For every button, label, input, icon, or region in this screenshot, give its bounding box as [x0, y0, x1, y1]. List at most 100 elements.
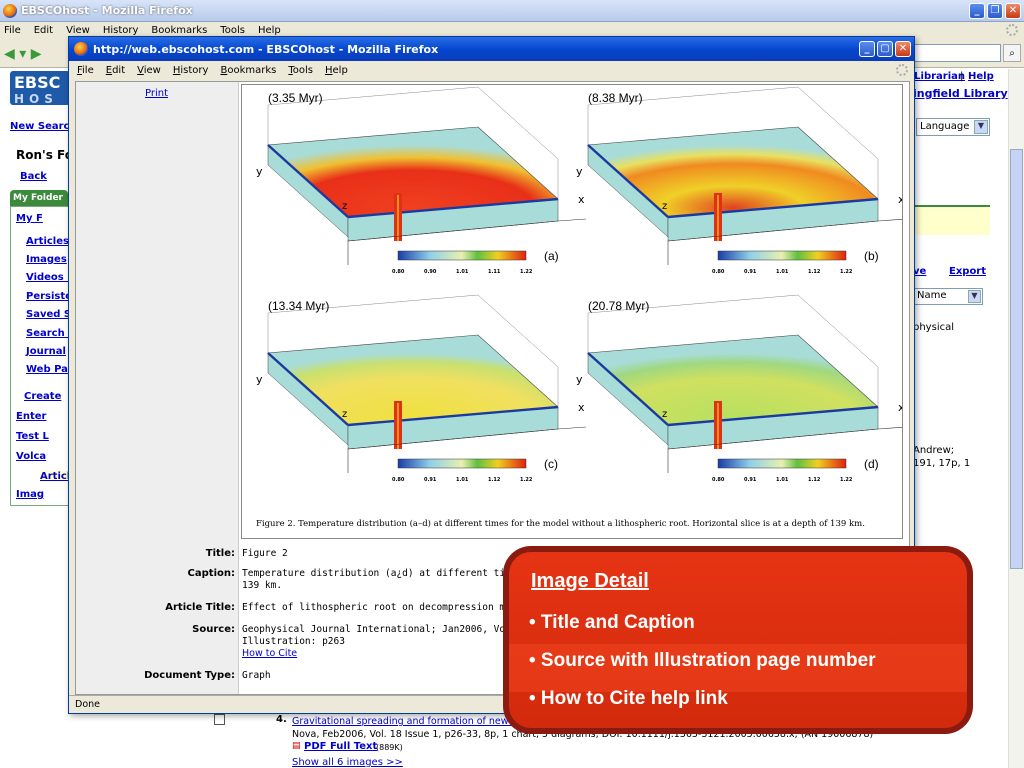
- sidebar-item-articles[interactable]: Articles: [26, 236, 69, 247]
- sidebar-item-persistent[interactable]: Persiste: [26, 291, 72, 302]
- sidebar-item-test[interactable]: Test L: [16, 431, 49, 442]
- colorbar-tick-label: 1.22: [840, 477, 853, 483]
- help-link[interactable]: Help: [968, 71, 994, 82]
- menu-edit[interactable]: Edit: [34, 25, 53, 36]
- source-line-2: Illustration: p263: [242, 636, 345, 647]
- popup-menu-edit[interactable]: Edit: [106, 65, 125, 76]
- menu-tools[interactable]: Tools: [220, 25, 245, 36]
- how-to-cite-link[interactable]: How to Cite: [242, 648, 297, 660]
- figure-image: x y z (3.35 Myr) (a) 0.80 0.90 1.01 1.11 1.22 x y z (…: [241, 84, 903, 539]
- show-all-images-link[interactable]: Show all 6 images >>: [292, 757, 403, 768]
- panel-time-label: (13.34 Myr): [268, 299, 329, 313]
- colorbar-tick-label: 1.12: [808, 269, 821, 275]
- x-axis-label: x: [898, 401, 902, 414]
- colorbar-tick-label: 1.12: [808, 477, 821, 483]
- colorbar: [397, 458, 527, 469]
- popup-titlebar: http://web.ebscohost.com - EBSCOhost - M…: [69, 37, 914, 61]
- sidebar-item-saved[interactable]: Saved S: [26, 309, 71, 320]
- maximize-button[interactable]: ❐: [987, 3, 1003, 19]
- colorbar-tick-label: 1.22: [520, 269, 533, 275]
- article-title-label: Article Title:: [165, 602, 235, 613]
- menu-file[interactable]: File: [4, 25, 21, 36]
- colorbar-tick-label: 1.01: [456, 269, 469, 275]
- panel-time-label: (8.38 Myr): [588, 91, 643, 105]
- z-axis-label: z: [662, 409, 667, 420]
- outer-window-title: EBSCOhost - Mozilla Firefox: [21, 4, 193, 17]
- source-label: Source:: [192, 624, 235, 635]
- menu-help[interactable]: Help: [258, 25, 281, 36]
- search-input[interactable]: [905, 44, 1001, 62]
- popup-menu-help[interactable]: Help: [325, 65, 348, 76]
- sidebar-item-enter[interactable]: Enter: [16, 411, 46, 422]
- librarian-link[interactable]: -Librarian: [910, 71, 965, 82]
- popup-menu-history[interactable]: History: [173, 65, 209, 76]
- ebsco-logo[interactable]: EBSC HOS: [10, 71, 70, 106]
- pdf-icon: ▤: [292, 741, 301, 751]
- back-link[interactable]: Back: [20, 171, 47, 182]
- firefox-icon: [74, 42, 88, 56]
- colorbar-tick-label: 1.11: [488, 269, 501, 275]
- library-link[interactable]: ingfield Library: [913, 87, 1008, 100]
- popup-maximize-button[interactable]: ▢: [877, 41, 893, 57]
- y-axis-label: y: [256, 165, 263, 178]
- y-axis-label: y: [576, 373, 583, 386]
- z-axis-label: z: [342, 201, 347, 212]
- x-axis-label: x: [578, 193, 585, 206]
- popup-menubar: File Edit View History Bookmarks Tools H…: [69, 61, 914, 79]
- x-axis-label: x: [578, 401, 585, 414]
- sidebar-item-images[interactable]: Images: [26, 254, 67, 265]
- colorbar: [717, 458, 847, 469]
- sidebar-item-journal[interactable]: Journal: [26, 346, 66, 357]
- x-axis-label: x: [898, 193, 902, 206]
- colorbar-tick-label: 0.80: [712, 477, 725, 483]
- pdf-full-text-link[interactable]: PDF Full Text: [304, 741, 377, 752]
- result-number: 4.: [276, 714, 287, 725]
- minimize-button[interactable]: _: [969, 3, 985, 19]
- popup-close-button[interactable]: ✕: [895, 41, 911, 57]
- callout-item-how-to-cite: • How to Cite help link: [529, 688, 728, 709]
- outer-scrollbar[interactable]: [1008, 69, 1024, 768]
- close-button[interactable]: ✕: [1005, 3, 1021, 19]
- export-link[interactable]: Export: [949, 266, 986, 277]
- outer-window-titlebar: EBSCOhost - Mozilla Firefox _ ❐ ✕: [0, 0, 1024, 22]
- popup-menu-bookmarks[interactable]: Bookmarks: [220, 65, 276, 76]
- menu-bookmarks[interactable]: Bookmarks: [151, 25, 207, 36]
- source-line-1: Geophysical Journal International; Jan20…: [242, 624, 528, 635]
- language-select[interactable]: Language ▼: [916, 118, 990, 136]
- colorbar: [717, 250, 847, 261]
- sidebar-item-videos[interactable]: Videos (: [26, 272, 72, 283]
- sidebar-item-volcano[interactable]: Volca: [16, 451, 46, 462]
- popup-minimize-button[interactable]: _: [859, 41, 875, 57]
- sidebar-item-web-pages[interactable]: Web Pa: [26, 364, 68, 375]
- my-folder-tab[interactable]: My Folder: [10, 190, 68, 206]
- result-title-link[interactable]: Gravitational spreading and formation of…: [292, 716, 521, 727]
- colorbar-tick-label: 1.22: [840, 269, 853, 275]
- sort-select[interactable]: Name ▼: [913, 288, 983, 305]
- popup-menu-tools[interactable]: Tools: [288, 65, 313, 76]
- back-arrow-icon[interactable]: ◀ ▾ ▶: [4, 46, 41, 62]
- panel-letter-label: (b): [864, 249, 879, 263]
- panel-time-label: (20.78 Myr): [588, 299, 649, 313]
- image-detail-callout: Image Detail • Title and Caption • Sourc…: [503, 546, 973, 734]
- colorbar-tick-label: 1.01: [776, 477, 789, 483]
- popup-menu-view[interactable]: View: [137, 65, 161, 76]
- sidebar-item-articles-sub[interactable]: Articl: [40, 471, 71, 482]
- folder-title: Ron's Fo: [16, 148, 73, 162]
- menu-history[interactable]: History: [103, 25, 139, 36]
- search-icon[interactable]: ⌕: [1003, 44, 1021, 62]
- popup-menu-file[interactable]: File: [77, 65, 94, 76]
- header-separator: |: [960, 71, 964, 82]
- sidebar-item-create[interactable]: Create: [24, 391, 61, 402]
- colorbar-tick-label: 0.91: [744, 269, 757, 275]
- result-checkbox[interactable]: [214, 714, 225, 725]
- colorbar-tick-label: 1.22: [520, 477, 533, 483]
- sidebar-item-my-folder[interactable]: My F: [16, 213, 43, 224]
- print-link[interactable]: Print: [145, 88, 168, 99]
- firefox-icon: [3, 3, 17, 18]
- sidebar-item-images-sub[interactable]: Imag: [16, 489, 44, 500]
- new-search-link[interactable]: New Search: [10, 121, 77, 132]
- model-panel-2: x y z (8.38 Myr) (b) 0.80 0.91 1.01 1.12 1.22: [576, 86, 902, 275]
- menu-view[interactable]: View: [66, 25, 90, 36]
- colorbar-tick-label: 0.90: [424, 269, 437, 275]
- colorbar-tick-label: 0.91: [424, 477, 437, 483]
